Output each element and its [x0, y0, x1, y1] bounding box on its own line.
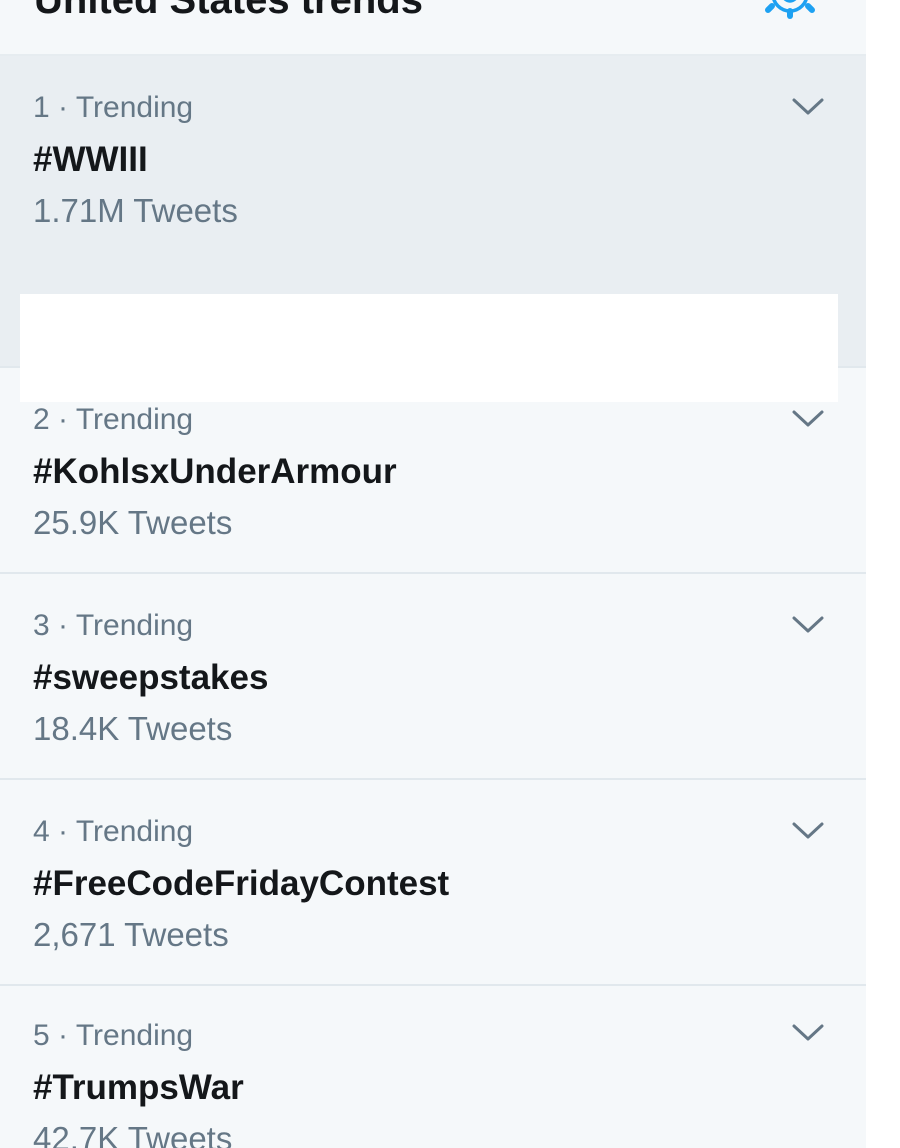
chevron-down-icon[interactable] — [790, 614, 826, 636]
trend-item-5[interactable]: 5 · Trending #TrumpsWar 42.7K Tweets — [0, 986, 866, 1148]
trends-title: United States trends — [34, 0, 423, 22]
trend-name[interactable]: #TrumpsWar — [33, 1068, 244, 1108]
trend-rank: 2 — [33, 403, 50, 436]
trend-item-3[interactable]: 3 · Trending #sweepstakes 18.4K Tweets — [0, 574, 866, 780]
chevron-down-icon[interactable] — [790, 408, 826, 430]
trend-context: Trending — [75, 609, 194, 642]
trend-context: Trending — [75, 1019, 194, 1052]
trend-name[interactable]: #sweepstakes — [33, 658, 268, 698]
trend-name[interactable]: #KohlsxUnderArmour — [33, 452, 397, 492]
trend-context: Trending — [75, 403, 194, 436]
trend-meta: 4 · Trending — [33, 815, 193, 849]
trend-name[interactable]: #WWIII — [33, 140, 148, 180]
trends-panel: United States trends 1 · Trending #WWIII… — [0, 0, 866, 1148]
trend-tweet-count: 25.9K Tweets — [33, 504, 233, 541]
trend-rank: 4 — [33, 815, 50, 848]
trend-context: Trending — [75, 91, 194, 124]
trend-item-4[interactable]: 4 · Trending #FreeCodeFridayContest 2,67… — [0, 780, 866, 986]
trend-tweet-count: 18.4K Tweets — [33, 710, 233, 747]
trend-item-2[interactable]: 2 · Trending #KohlsxUnderArmour 25.9K Tw… — [0, 368, 866, 574]
trend-meta: 3 · Trending — [33, 609, 193, 643]
trend-meta: 5 · Trending — [33, 1019, 193, 1053]
trend-separator: · — [58, 1019, 69, 1052]
chevron-down-icon[interactable] — [790, 96, 826, 118]
trend-item-1[interactable]: 1 · Trending #WWIII 1.71M Tweets — [0, 56, 866, 402]
trend-separator: · — [58, 815, 69, 848]
trend-context: Trending — [75, 815, 194, 848]
trend-tweet-count: 2,671 Tweets — [33, 916, 229, 953]
trend-separator: · — [58, 91, 69, 124]
trend-meta: 2 · Trending — [33, 403, 193, 437]
trend-name[interactable]: #FreeCodeFridayContest — [33, 864, 449, 904]
trend-separator: · — [58, 403, 69, 436]
trend-separator: · — [58, 609, 69, 642]
trend-rank: 3 — [33, 609, 50, 642]
page-background — [866, 0, 900, 1148]
trend-tweet-count: 1.71M Tweets — [33, 192, 238, 229]
chevron-down-icon[interactable] — [790, 820, 826, 842]
trends-header: United States trends — [0, 0, 866, 56]
trend-meta: 1 · Trending — [33, 91, 193, 125]
gear-icon[interactable] — [762, 0, 818, 26]
trend-rank: 5 — [33, 1019, 50, 1052]
trend-tweet-count: 42.7K Tweets — [33, 1120, 233, 1148]
trend-rank: 1 — [33, 91, 50, 124]
chevron-down-icon[interactable] — [790, 1022, 826, 1044]
